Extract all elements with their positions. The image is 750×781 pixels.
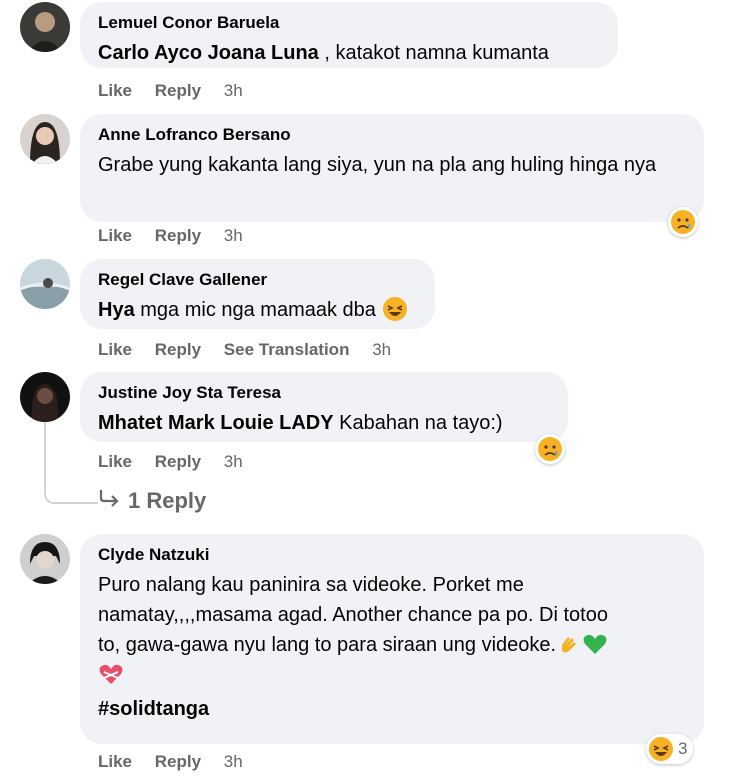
comment-text-line: namatay,,,,masama agad. Another chance p… xyxy=(98,604,608,626)
timestamp[interactable]: 3h xyxy=(224,452,243,471)
timestamp[interactable]: 3h xyxy=(372,340,391,359)
comment-bubble: Clyde Natzuki Puro nalang kau paninira s… xyxy=(80,534,704,744)
comment-text: mga mic nga mamaak dba xyxy=(134,299,376,321)
comment-author[interactable]: Regel Clave Gallener xyxy=(98,269,417,291)
comment-author[interactable]: Clyde Natzuki xyxy=(98,544,686,566)
reply-button[interactable]: Reply xyxy=(155,752,201,771)
laughing-emoji-icon xyxy=(649,737,673,761)
timestamp[interactable]: 3h xyxy=(224,752,243,771)
comment-text-line xyxy=(98,660,686,694)
green-heart-icon xyxy=(583,634,607,654)
avatar[interactable] xyxy=(20,259,70,309)
comment-author[interactable]: Justine Joy Sta Teresa xyxy=(98,382,550,404)
mention-link[interactable]: Hya xyxy=(98,299,135,321)
comment-author[interactable]: Anne Lofranco Bersano xyxy=(98,124,686,146)
avatar[interactable] xyxy=(20,534,70,584)
comment-actions: Like Reply 3h xyxy=(98,752,261,772)
like-button[interactable]: Like xyxy=(98,752,132,771)
like-button[interactable]: Like xyxy=(98,340,132,359)
mention-link[interactable]: Mhatet Mark Louie LADY xyxy=(98,412,334,434)
reaction-badge[interactable]: 3 xyxy=(646,734,694,764)
sad-emoji-icon xyxy=(671,210,695,234)
reply-button[interactable]: Reply xyxy=(155,226,201,245)
avatar[interactable] xyxy=(20,372,70,422)
comment-text: Kabahan na tayo:) xyxy=(333,412,503,434)
comment-body: Carlo Ayco Joana Luna , katakot namna ku… xyxy=(98,38,600,68)
comment-body: Hya mga mic nga mamaak dba xyxy=(98,295,417,325)
reply-button[interactable]: Reply xyxy=(155,452,201,471)
laughing-emoji-icon xyxy=(382,297,407,321)
see-translation-link[interactable]: See Translation xyxy=(224,340,350,359)
reply-button[interactable]: Reply xyxy=(155,340,201,359)
reaction-badge[interactable] xyxy=(668,207,698,237)
comment-body: Puro nalang kau paninira sa videoke. Por… xyxy=(98,570,686,724)
avatar[interactable] xyxy=(20,2,70,52)
reaction-badge[interactable] xyxy=(535,434,565,464)
thread-connector xyxy=(44,422,98,504)
comment-author[interactable]: Lemuel Conor Baruela xyxy=(98,12,600,34)
comment-actions: Like Reply 3h xyxy=(98,226,261,246)
timestamp[interactable]: 3h xyxy=(224,226,243,245)
like-button[interactable]: Like xyxy=(98,452,132,471)
timestamp[interactable]: 3h xyxy=(224,81,243,100)
like-button[interactable]: Like xyxy=(98,81,132,100)
avatar[interactable] xyxy=(20,114,70,164)
clap-emoji-icon xyxy=(562,637,577,653)
comment-bubble: Lemuel Conor Baruela Carlo Ayco Joana Lu… xyxy=(80,2,618,68)
reaction-count: 3 xyxy=(678,739,688,758)
view-replies-button[interactable]: 1 Reply xyxy=(98,488,206,514)
like-button[interactable]: Like xyxy=(98,226,132,245)
comment-text: , katakot namna kumanta xyxy=(318,42,549,64)
comment-bubble: Regel Clave Gallener Hya mga mic nga mam… xyxy=(80,259,435,329)
comment-text-line: to, gawa-gawa nyu lang to para siraan un… xyxy=(98,630,686,660)
reply-button[interactable]: Reply xyxy=(155,81,201,100)
hashtag-link[interactable]: #solidtanga xyxy=(98,694,686,724)
comment-bubble: Anne Lofranco Bersano Grabe yung kakanta… xyxy=(80,114,704,222)
comment-body: Mhatet Mark Louie LADY Kabahan na tayo:) xyxy=(98,408,550,438)
mention-link[interactable]: Carlo Ayco Joana Luna xyxy=(98,42,319,64)
heart-ribbon-icon xyxy=(99,664,123,684)
comment-text: Grabe yung kakanta lang siya, yun na pla… xyxy=(98,154,657,176)
sad-emoji-icon xyxy=(538,437,562,461)
reply-arrow-icon xyxy=(98,488,120,514)
comment-actions: Like Reply See Translation 3h xyxy=(98,340,409,360)
comment-actions: Like Reply 3h xyxy=(98,452,261,472)
comment-text-line: Puro nalang kau paninira sa videoke. Por… xyxy=(98,574,524,596)
replies-count: 1 Reply xyxy=(128,488,207,513)
comment-actions: Like Reply 3h xyxy=(98,81,261,101)
comment-bubble: Justine Joy Sta Teresa Mhatet Mark Louie… xyxy=(80,372,568,442)
